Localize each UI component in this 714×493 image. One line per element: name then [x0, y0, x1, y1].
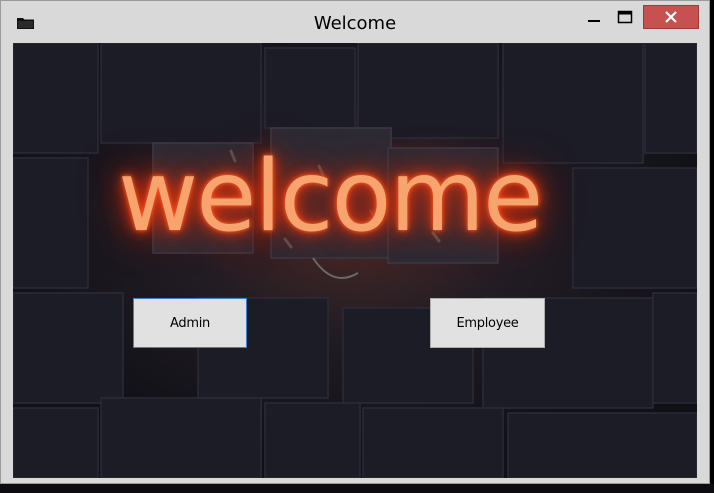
minimize-icon: [588, 20, 600, 22]
close-button[interactable]: [643, 5, 699, 29]
form-client-area: welcome Admin Employee: [13, 43, 697, 478]
app-window: Welcome welcome Admin Employee: [0, 0, 710, 484]
admin-button[interactable]: Admin: [133, 298, 247, 348]
taskbar-strip: [0, 484, 714, 493]
welcome-banner: welcome: [118, 140, 543, 254]
minimize-button[interactable]: [583, 5, 605, 29]
maximize-icon: [617, 10, 633, 24]
background-image: [13, 43, 697, 478]
maximize-button[interactable]: [614, 5, 636, 29]
close-icon: [665, 11, 677, 23]
title-bar[interactable]: Welcome: [1, 1, 709, 43]
employee-button[interactable]: Employee: [430, 298, 545, 348]
